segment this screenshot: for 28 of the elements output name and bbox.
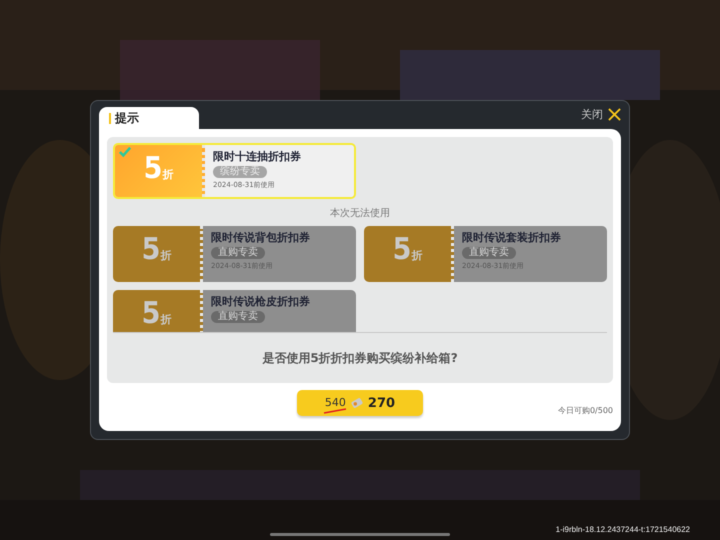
coupon-title: 限时传说背包折扣券 [211,230,310,245]
discount-value: 5 [142,296,160,331]
old-price: 540 [324,397,346,409]
check-icon [118,146,132,158]
coupon-tag: 直购专卖 [211,311,265,323]
close-icon [608,108,621,121]
discount-unit: 折 [411,248,422,263]
build-info: 1-i9rbln-18.12.2437244-t:1721540622 [556,525,690,534]
discount-unit: 折 [160,312,172,327]
discount-value: 5 [144,151,162,186]
daily-limit: 今日可购0/500 [558,405,613,416]
coupon-title: 限时传说套装折扣券 [462,230,561,245]
coupon-tag: 直购专卖 [211,247,265,259]
close-button[interactable]: 关闭 [581,107,621,122]
home-indicator[interactable] [270,533,450,536]
discount-unit: 折 [160,248,172,263]
discount-value: 5 [392,232,412,267]
price: 270 [368,396,396,410]
buy-button[interactable]: 540 270 [297,390,423,416]
discount-unit: 折 [162,167,174,182]
coupon-tag: 直购专卖 [462,247,516,259]
strike-line [322,408,347,414]
coupon-title: 限时传说枪皮折扣券 [211,294,310,309]
confirm-question: 是否使用5折折扣券购买缤纷补给箱? [261,350,459,366]
coupon-tag: 缤纷专卖 [213,166,267,178]
section-heading: 本次无法使用 [329,206,391,220]
discount-value: 5 [142,232,160,267]
coupon-title: 限时十连抽折扣券 [213,149,301,164]
